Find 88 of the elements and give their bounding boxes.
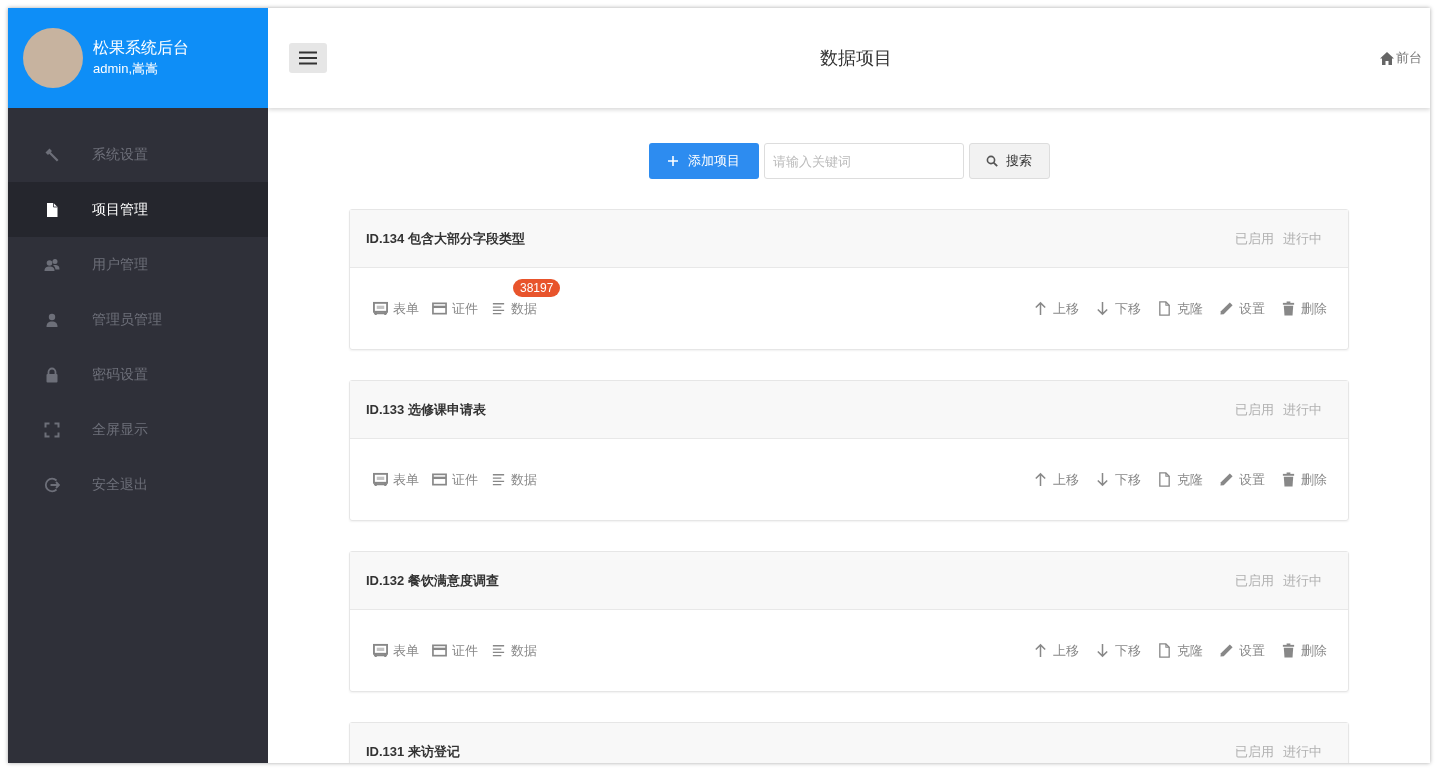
status-label: 已启用 (1235, 742, 1274, 761)
action-link[interactable]: 上移 (1033, 299, 1079, 318)
project-link[interactable]: 证件 (432, 470, 478, 489)
sidebar-item[interactable]: 项目管理 (8, 182, 268, 237)
action-link[interactable]: 上移 (1033, 641, 1079, 660)
trash-icon (1281, 301, 1296, 316)
board-icon (373, 472, 388, 487)
file-icon (44, 201, 60, 218)
project-link[interactable]: 表单 (373, 299, 419, 318)
action-link[interactable]: 删除 (1281, 299, 1327, 318)
users-icon (44, 256, 60, 273)
search-button[interactable]: 搜索 (968, 143, 1050, 179)
sidebar-item[interactable]: 安全退出 (8, 457, 268, 512)
arrow-down-icon (1095, 472, 1110, 487)
fullscreen-icon (44, 421, 60, 438)
action-link[interactable]: 删除 (1281, 641, 1327, 660)
project-link[interactable]: 表单 (373, 470, 419, 489)
action-link[interactable]: 克隆 (1157, 641, 1203, 660)
status-label: 进行中 (1283, 229, 1322, 248)
arrow-down-icon (1095, 301, 1110, 316)
trash-icon (1281, 643, 1296, 658)
page-title: 数据项目 (819, 47, 892, 70)
action-link[interactable]: 克隆 (1157, 299, 1203, 318)
sidebar-item[interactable]: 系统设置 (8, 127, 268, 182)
project-link[interactable]: 证件 (432, 299, 478, 318)
action-link[interactable]: 删除 (1281, 470, 1327, 489)
arrow-up-icon (1033, 472, 1048, 487)
project-link[interactable]: 表单 (373, 641, 419, 660)
pencil-icon (1219, 472, 1234, 487)
pencil-icon (1219, 301, 1234, 316)
action-link[interactable]: 下移 (1095, 299, 1141, 318)
board-icon (373, 301, 388, 316)
status-label: 已启用 (1235, 400, 1274, 419)
search-field[interactable]: 请输入关键词 (763, 143, 964, 179)
document-icon (1157, 301, 1172, 316)
project-link[interactable]: 证件 (432, 641, 478, 660)
status-label: 已启用 (1235, 571, 1274, 590)
status-label: 进行中 (1283, 742, 1322, 761)
lines-icon (491, 301, 506, 316)
action-link[interactable]: 设置 (1219, 641, 1265, 660)
action-link[interactable]: 设置 (1219, 470, 1265, 489)
status-label: 进行中 (1283, 571, 1322, 590)
plus-icon (667, 156, 678, 166)
arrow-up-icon (1033, 301, 1048, 316)
status-label: 已启用 (1235, 229, 1274, 248)
user-icon (44, 311, 60, 328)
document-icon (1157, 472, 1172, 487)
action-link[interactable]: 下移 (1095, 470, 1141, 489)
add-project-button[interactable]: 添加项目 (648, 143, 759, 179)
user-name: admin,嵩嵩 (93, 60, 160, 78)
sidebar-item[interactable]: 用户管理 (8, 237, 268, 292)
lines-icon (491, 472, 506, 487)
lines-icon (491, 643, 506, 658)
project-title: ID.134 包含大部分字段类型 (366, 229, 525, 248)
action-link[interactable]: 设置 (1219, 299, 1265, 318)
arrow-up-icon (1033, 643, 1048, 658)
avatar-placeholder (23, 28, 83, 88)
menu-icon (299, 51, 317, 65)
action-link[interactable]: 上移 (1033, 470, 1079, 489)
card-icon (432, 301, 447, 316)
board-icon (373, 643, 388, 658)
action-link[interactable]: 下移 (1095, 641, 1141, 660)
action-link[interactable]: 克隆 (1157, 470, 1203, 489)
status-label: 进行中 (1283, 400, 1322, 419)
lock-icon (44, 366, 60, 383)
home-link[interactable]: 前台 (1380, 49, 1422, 67)
hammer-icon (44, 146, 60, 163)
project-title: ID.133 选修课申请表 (366, 400, 486, 419)
home-icon (1380, 51, 1394, 65)
sidebar-item[interactable]: 密码设置 (8, 347, 268, 402)
sidebar-item[interactable]: 全屏显示 (8, 402, 268, 457)
menu-button[interactable] (289, 43, 327, 73)
sidebar-item[interactable]: 管理员管理 (8, 292, 268, 347)
project-link[interactable]: 数据 (491, 470, 537, 489)
count-badge: 38197 (513, 278, 561, 297)
card-icon (432, 472, 447, 487)
logout-icon (44, 476, 60, 493)
document-icon (1157, 643, 1172, 658)
project-title: ID.131 来访登记 (366, 742, 460, 761)
card-icon (432, 643, 447, 658)
search-icon (986, 155, 998, 167)
project-title: ID.132 餐饮满意度调查 (366, 571, 499, 590)
project-link[interactable]: 数据 (491, 299, 537, 318)
arrow-down-icon (1095, 643, 1110, 658)
pencil-icon (1219, 643, 1234, 658)
app-title: 松果系统后台 (93, 38, 189, 58)
project-link[interactable]: 数据 (491, 641, 537, 660)
trash-icon (1281, 472, 1296, 487)
